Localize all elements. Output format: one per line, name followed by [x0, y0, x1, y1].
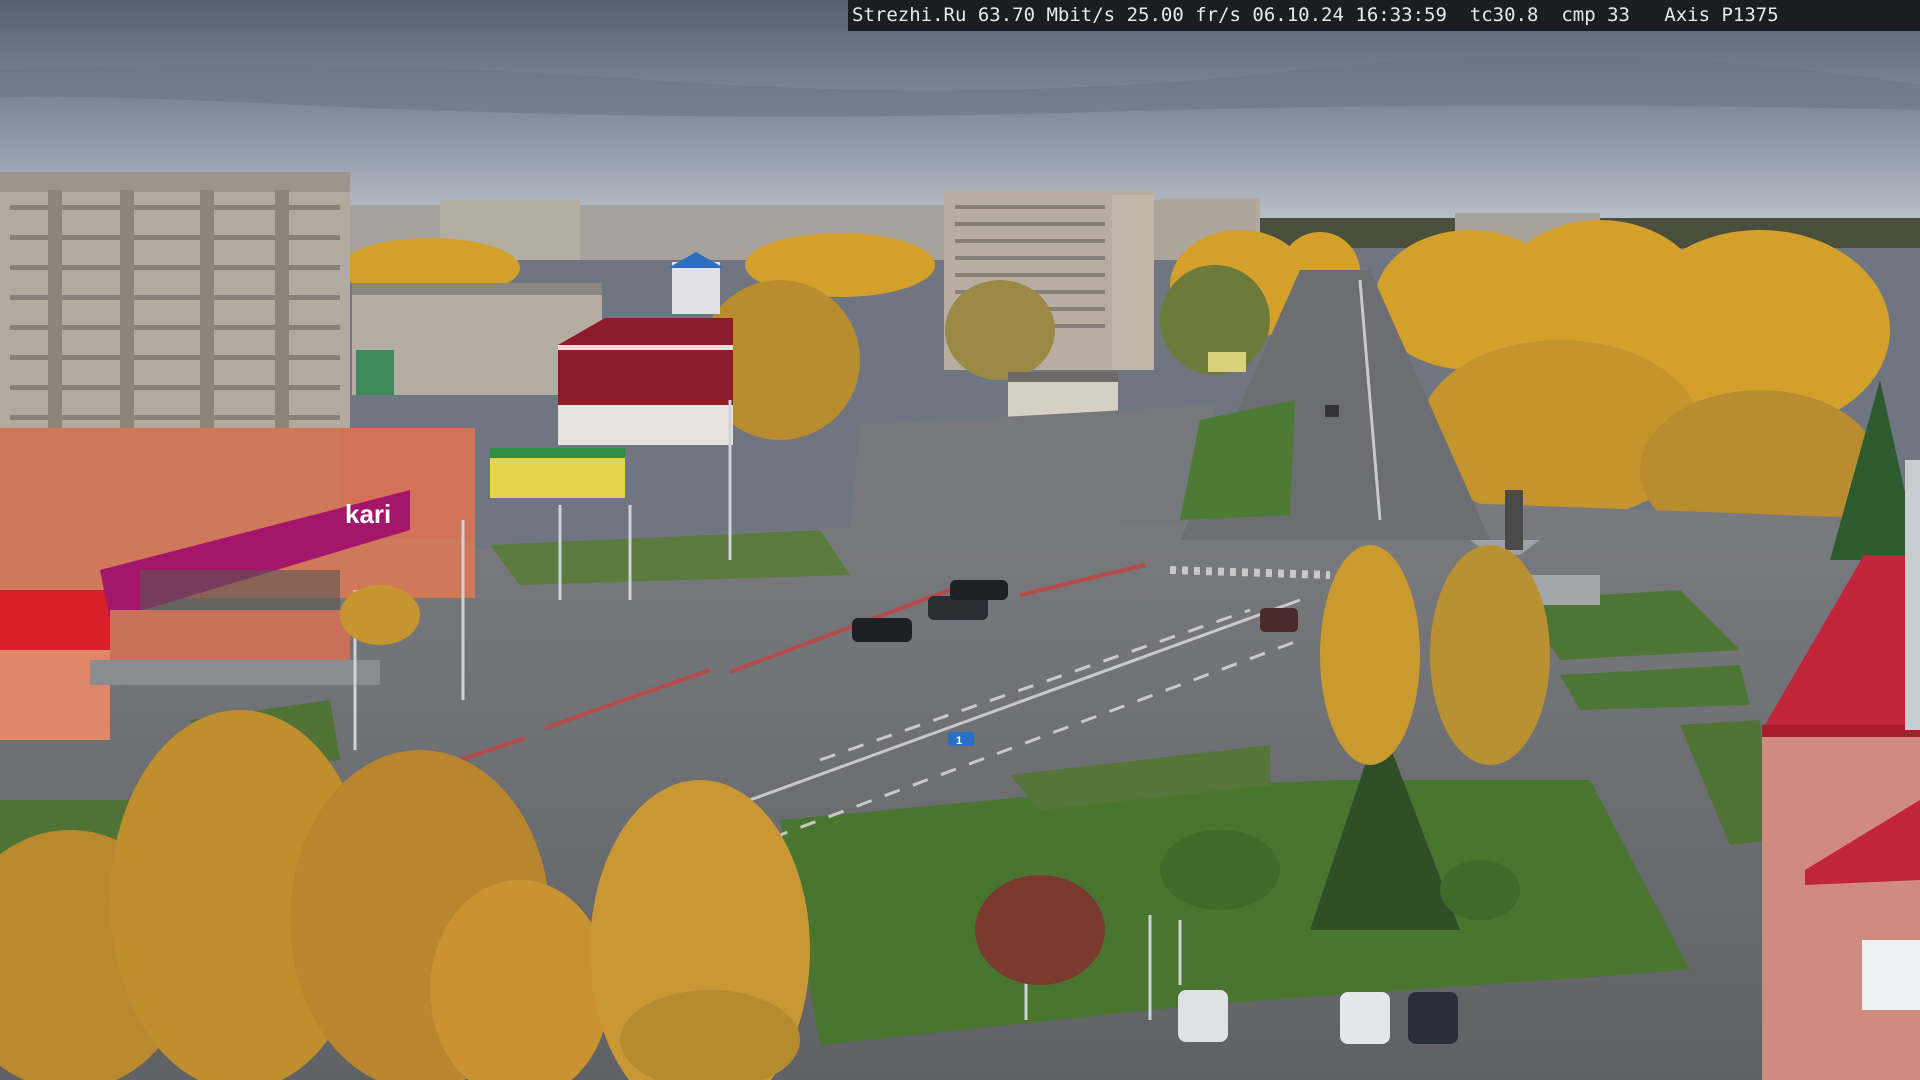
camera-overlay-bar: Strezhi.Ru 63.70 Mbit/s 25.00 fr/s 06.10…	[848, 0, 1920, 31]
store-sign-text: kari	[345, 499, 391, 529]
city-square-scene: kari 1	[0, 0, 1920, 1080]
road-sign-text: 1	[956, 735, 962, 747]
overlay-time: 16:33:59	[1355, 4, 1447, 26]
overlay-date: 06.10.24	[1252, 4, 1344, 26]
overlay-tc: tc30.8	[1469, 4, 1539, 26]
overlay-camera-model: Axis P1375	[1664, 4, 1779, 26]
upper-plaza	[850, 405, 1215, 530]
overlay-cmp: cmp 33	[1561, 4, 1630, 26]
overlay-framerate: 25.00 fr/s	[1126, 4, 1241, 26]
billboard	[1208, 352, 1246, 372]
overlay-bitrate: 63.70 Mbit/s	[977, 4, 1116, 26]
overlay-site: Strezhi.Ru	[852, 4, 967, 26]
